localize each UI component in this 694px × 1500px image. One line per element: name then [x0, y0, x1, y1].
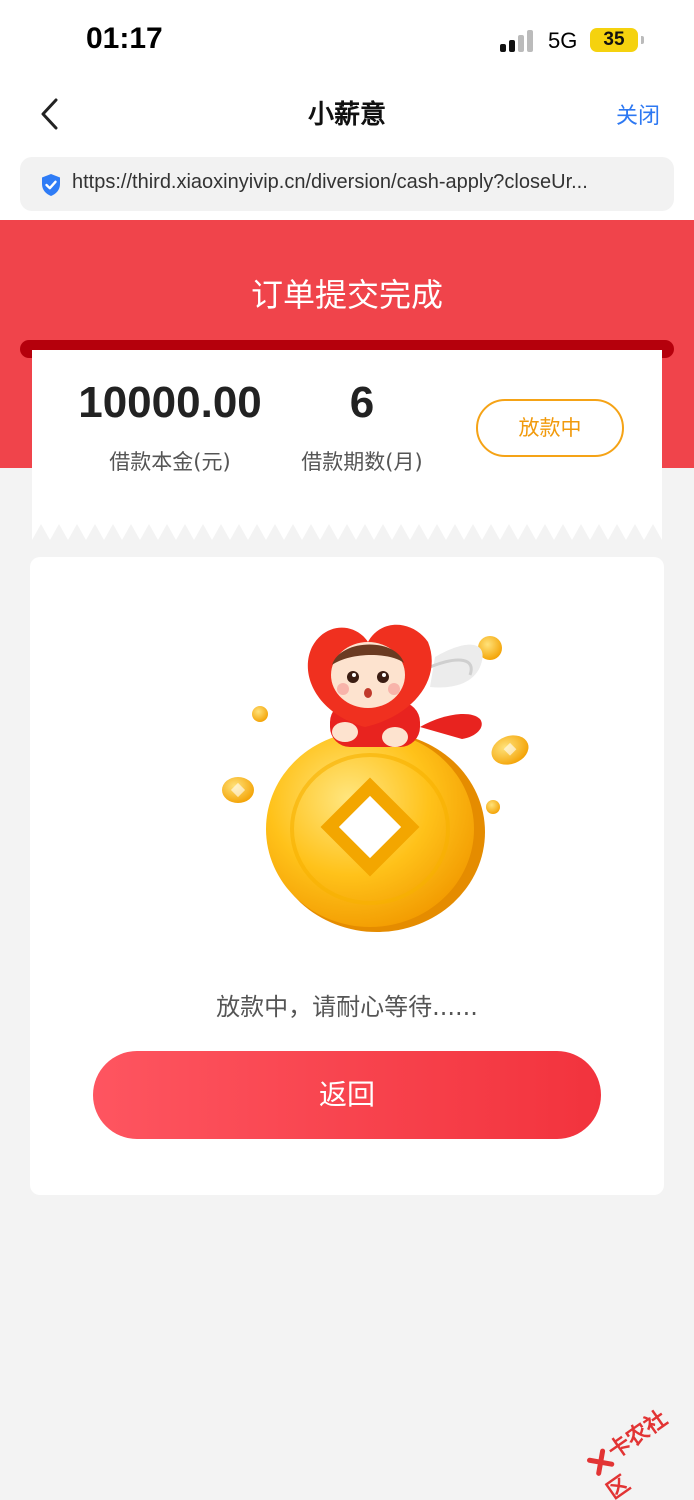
small-coin-icon: [252, 706, 268, 722]
watermark-text: 卡农社区: [602, 1406, 673, 1500]
waiting-message: 放款中，请耐心等待......: [216, 993, 478, 1021]
url-text: https://third.xiaoxinyivip.cn/diversion/…: [72, 171, 588, 193]
shield-check-icon: [42, 174, 60, 196]
network-type: 5G: [548, 28, 578, 53]
loan-amount: 10000.00: [78, 378, 262, 427]
order-summary-card: 10000.00 借款本金(元) 6 借款期数(月) 放款中: [32, 350, 662, 540]
status-bar: 01:17 5G 35: [0, 0, 694, 80]
return-button[interactable]: 返回: [93, 1051, 601, 1139]
loan-term: 6: [349, 378, 375, 427]
loan-amount-label: 借款本金(元): [109, 450, 231, 474]
nav-bar: 小薪意 关闭: [0, 80, 694, 150]
main-card: 放款中，请耐心等待...... 返回: [30, 557, 664, 1195]
url-bar[interactable]: https://third.xiaoxinyivip.cn/diversion/…: [20, 157, 674, 211]
ticket-zigzag-edge: [32, 522, 662, 540]
small-coin-icon: [486, 800, 500, 814]
status-time: 01:17: [86, 22, 163, 55]
close-button[interactable]: 关闭: [616, 98, 660, 130]
result-title: 订单提交完成: [250, 276, 443, 314]
watermark: 卡农社区: [581, 1390, 694, 1500]
status-badge: 放款中: [476, 399, 624, 457]
loan-term-label: 借款期数(月): [301, 450, 423, 474]
cupid-coin-illustration: [222, 624, 529, 932]
battery-icon: 35: [590, 28, 644, 52]
signal-icon: [500, 30, 536, 52]
url-bar-container: https://third.xiaoxinyivip.cn/diversion/…: [0, 150, 694, 220]
page-title: 小薪意: [307, 100, 386, 130]
